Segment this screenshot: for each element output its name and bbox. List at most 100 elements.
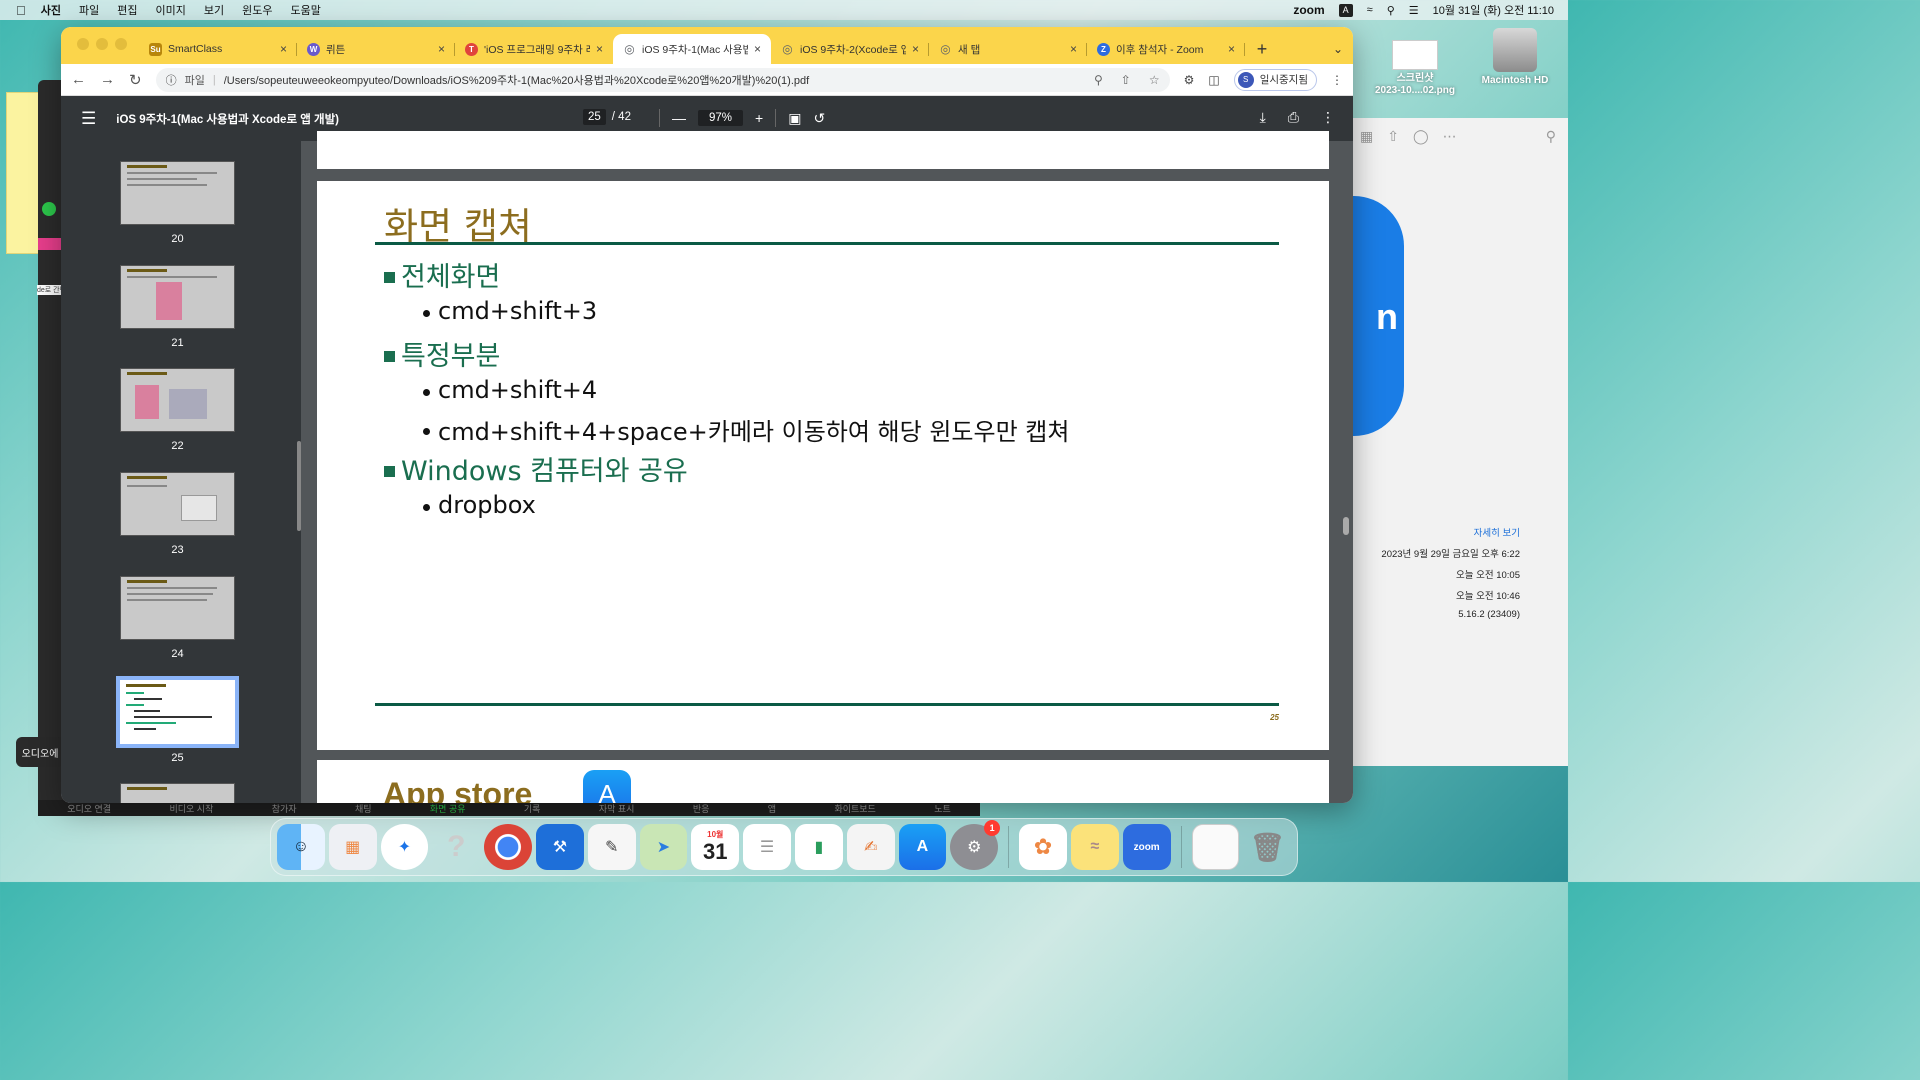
wifi-icon[interactable]: ≈ [1367,4,1373,16]
tab-ios-lecture[interactable]: T 'iOS 프로그래밍 9주차 레 × [455,34,613,64]
menu-image[interactable]: 이미지 [147,2,195,18]
numbers-icon[interactable]: ▮ [794,824,843,870]
desktop-screenshot-file[interactable]: 스크린샷 2023-10....02.png [1370,40,1460,97]
trash-icon[interactable]: 🗑 [1243,824,1291,870]
more-options-icon[interactable]: ⋮ [1321,109,1335,126]
reload-button[interactable]: ↻ [129,71,142,89]
grid-icon[interactable]: ▦ [1360,128,1373,145]
search-icon[interactable]: ⚲ [1387,4,1395,17]
close-icon[interactable]: × [438,42,445,56]
close-icon[interactable]: × [754,42,761,56]
thumbnail-page[interactable] [120,783,235,803]
maps-icon[interactable]: ➤ [639,824,688,870]
info-icon[interactable]: ⓘ [166,72,177,88]
details-link[interactable]: 자세히 보기 [1360,525,1520,539]
zoom-notes-button[interactable]: 노트 [934,802,951,815]
tab-ios-week9-2[interactable]: ◎ iOS 9주차-2(Xcode로 앱 × [771,34,929,64]
print-icon[interactable]: ⎙ [1288,109,1299,126]
share-icon[interactable]: ⇧ [1387,128,1399,145]
zoom-reactions-button[interactable]: 반응 [693,802,710,815]
zoom-share-button[interactable]: 화면 공유 [430,802,466,815]
rotate-icon[interactable]: ↺ [813,110,825,127]
thumbnail-page[interactable] [120,161,235,225]
tab-zoom[interactable]: Z 이후 참석자 - Zoom × [1087,34,1245,64]
zoom-participants-button[interactable]: 참가자 [272,802,297,815]
new-tab-button[interactable]: + [1245,34,1279,64]
textedit-icon[interactable]: ✎ [587,824,636,870]
apple-icon[interactable]:  [0,3,32,18]
xcode-icon[interactable]: ⚒ [535,824,584,870]
app-store-icon[interactable]: A [898,824,947,870]
close-icon[interactable]: × [1070,42,1077,56]
zoom-status-item[interactable]: zoom [1293,3,1324,17]
menu-edit[interactable]: 편집 [108,2,146,18]
tab-ios-week9-1[interactable]: ◎ iOS 9주차-1(Mac 사용법 × [613,34,771,64]
zoom-audio-button[interactable]: 오디오 연결 [67,802,111,815]
thumbnail-page-current[interactable] [116,676,239,748]
back-button[interactable]: ← [71,71,86,88]
photos-icon[interactable]: ✿ [1019,824,1067,870]
profile-button[interactable]: S 일시중지됨 [1233,68,1317,91]
unknown-app-icon[interactable]: ? [432,824,480,870]
zoom-record-button[interactable]: 기록 [524,802,541,815]
hamburger-menu-icon[interactable]: ☰ [61,109,116,129]
download-icon[interactable]: ⤓ [1260,109,1266,126]
zoom-chat-button[interactable]: 채팅 [355,802,372,815]
calendar-icon[interactable]: 10월 31 [691,824,740,870]
desktop-hd[interactable]: Macintosh HD [1476,28,1554,86]
zoom-whiteboard-button[interactable]: 화이트보드 [834,802,875,815]
close-icon[interactable]: × [596,42,603,56]
recent-file-icon[interactable] [1191,824,1240,870]
stickies-icon[interactable]: ≈ [1070,824,1119,870]
menu-help[interactable]: 도움말 [282,2,330,18]
tab-wrtn[interactable]: W 뤼튼 × [297,34,455,64]
tab-search-chevron-icon[interactable]: ⌄ [1333,42,1343,56]
sticky-note[interactable] [6,92,42,254]
share-icon[interactable]: ⇧ [1121,73,1131,87]
notes-icon[interactable]: ☰ [743,824,791,870]
extensions-icon[interactable]: ⚙ [1184,73,1195,87]
input-source-icon[interactable]: A [1338,3,1353,17]
menu-window[interactable]: 윈도우 [233,2,281,18]
tab-smartclass[interactable]: Su SmartClass × [139,34,297,64]
close-window-button[interactable] [77,38,89,50]
thumbnail-page[interactable] [120,265,235,329]
page-number-input[interactable]: 25 [583,109,606,125]
clock[interactable]: 10월 31일 (화) 오전 11:10 [1433,2,1554,18]
menu-file[interactable]: 파일 [70,2,108,18]
launchpad-icon[interactable]: ▦ [328,824,377,870]
zoom-window-button[interactable] [115,38,127,50]
zoom-icon[interactable]: zoom [1122,824,1171,870]
system-settings-icon[interactable]: ⚙ 1 [950,820,1001,870]
close-icon[interactable]: × [912,42,919,56]
close-icon[interactable]: × [1228,42,1235,56]
zoom-lens-icon[interactable]: ⚲ [1094,73,1103,87]
side-panel-icon[interactable]: ◫ [1208,73,1219,87]
control-center-icon[interactable]: ☰ [1409,4,1419,17]
forward-button[interactable]: → [100,71,115,88]
audio-popup[interactable]: 오디오에 [16,737,64,767]
zoom-out-icon[interactable]: — [672,110,686,126]
url-field[interactable]: ⓘ 파일 | /Users/sopeuteuweeokeompyuteo/Dow… [155,67,1170,92]
bookmark-star-icon[interactable]: ☆ [1149,73,1160,87]
tag-icon[interactable]: ◯ [1413,128,1429,145]
chrome-icon[interactable] [484,824,532,870]
thumbnail-page[interactable] [120,472,235,536]
menu-view[interactable]: 보기 [195,2,233,18]
safari-icon[interactable]: ✦ [380,824,429,870]
thumbnail-page[interactable] [120,576,235,640]
zoom-video-button[interactable]: 비디오 시작 [169,802,213,815]
zoom-caption-button[interactable]: 자막 표시 [599,802,635,815]
more-icon[interactable]: ⋯ [1443,128,1457,145]
pdf-scrollbar[interactable] [1343,517,1349,535]
tab-new-tab[interactable]: ◎ 새 탭 × [929,34,1087,64]
thumbnail-page[interactable] [120,368,235,432]
pages-icon[interactable]: ✍ [846,824,895,870]
browser-menu-icon[interactable]: ⋮ [1331,73,1343,87]
fit-page-icon[interactable]: ▣ [788,110,801,127]
zoom-apps-button[interactable]: 앱 [768,802,776,815]
minimize-window-button[interactable] [96,38,108,50]
sidebar-scrollbar[interactable] [297,441,301,531]
menu-app-name[interactable]: 사진 [32,2,70,18]
zoom-level-input[interactable]: 97% [698,110,744,126]
